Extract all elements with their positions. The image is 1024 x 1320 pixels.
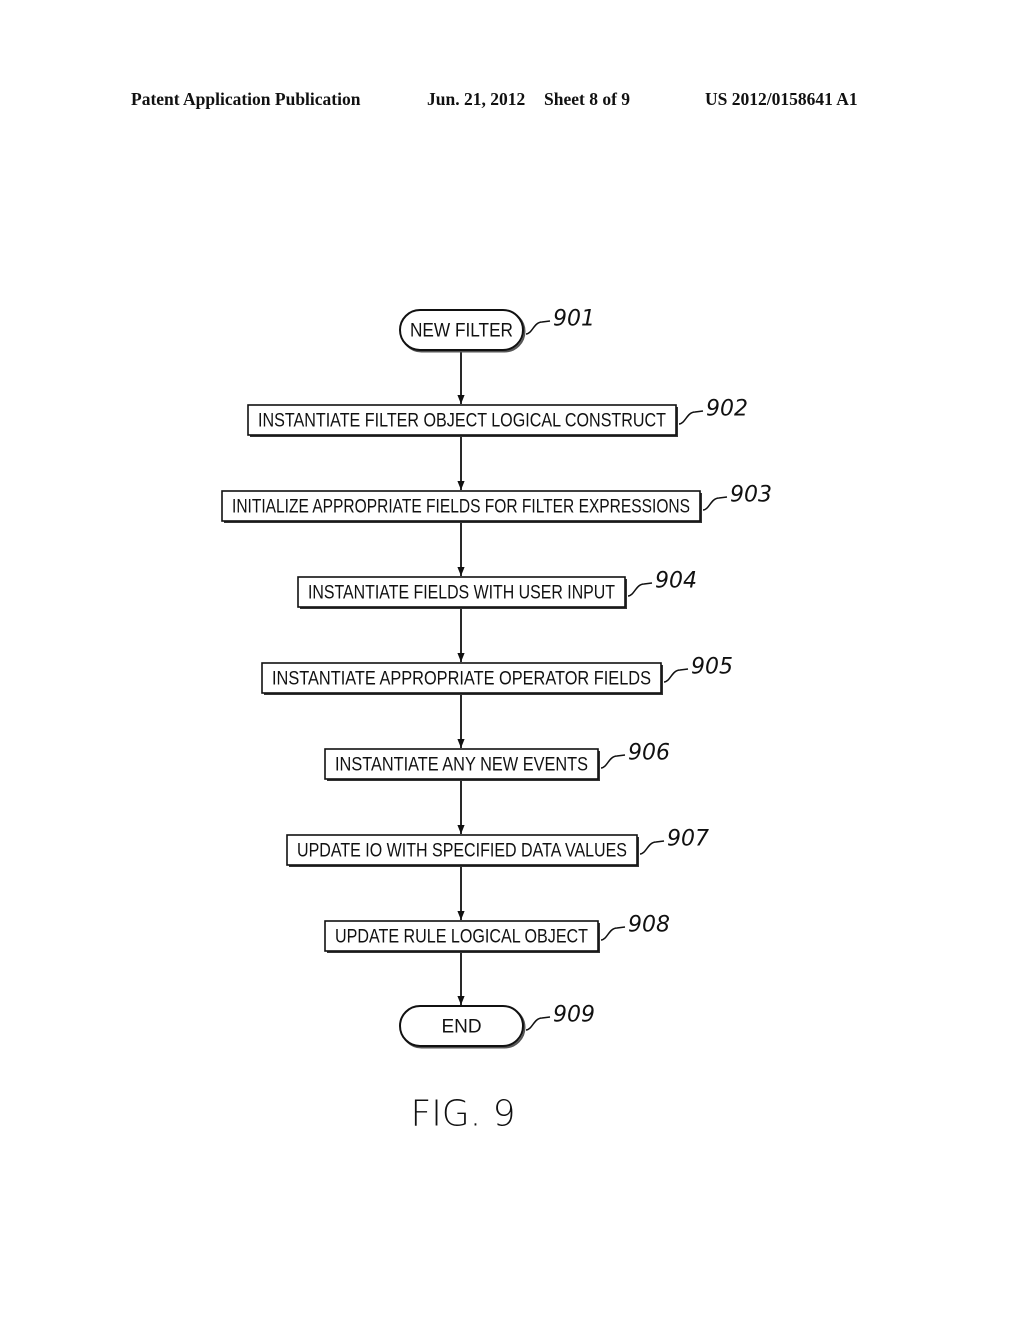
flow-node-906: INSTANTIATE ANY NEW EVENTS 906 <box>324 741 670 781</box>
leader-line <box>600 926 626 941</box>
leader-line <box>525 320 551 335</box>
leader-line <box>663 668 689 683</box>
reference-number: 908 <box>628 913 670 938</box>
leader-line <box>627 582 653 597</box>
reference-number: 906 <box>628 741 670 766</box>
flow-node-909: END 909 <box>399 1003 595 1049</box>
reference-number: 903 <box>730 483 772 508</box>
leader-line <box>678 410 704 425</box>
leader-line <box>702 496 728 511</box>
node-label: INSTANTIATE FILTER OBJECT LOGICAL CONSTR… <box>258 411 666 432</box>
leader-line <box>525 1016 551 1031</box>
figure-label: FIG. 9 <box>410 1094 515 1135</box>
flow-node-902: INSTANTIATE FILTER OBJECT LOGICAL CONSTR… <box>247 397 748 437</box>
node-label: INSTANTIATE ANY NEW EVENTS <box>335 755 588 776</box>
leader-line <box>639 840 665 855</box>
node-label: NEW FILTER <box>410 321 513 342</box>
node-label: INSTANTIATE APPROPRIATE OPERATOR FIELDS <box>272 669 651 690</box>
node-label: UPDATE RULE LOGICAL OBJECT <box>335 927 588 948</box>
reference-number: 902 <box>706 397 748 422</box>
reference-number: 909 <box>553 1003 595 1028</box>
flow-node-908: UPDATE RULE LOGICAL OBJECT 908 <box>324 913 670 953</box>
reference-number: 907 <box>667 827 709 852</box>
flow-node-904: INSTANTIATE FIELDS WITH USER INPUT 904 <box>297 569 697 609</box>
flow-node-907: UPDATE IO WITH SPECIFIED DATA VALUES 907 <box>286 827 709 867</box>
flow-node-901: NEW FILTER 901 <box>399 307 595 353</box>
flowchart: NEW FILTER 901 INSTANTIATE FILTER OBJECT L… <box>221 307 772 1135</box>
leader-line <box>600 754 626 769</box>
node-label: END <box>441 1017 481 1038</box>
reference-number: 901 <box>553 307 595 332</box>
reference-number: 905 <box>691 655 733 680</box>
flow-node-905: INSTANTIATE APPROPRIATE OPERATOR FIELDS 9… <box>261 655 733 695</box>
reference-number: 904 <box>655 569 697 594</box>
node-label: INSTANTIATE FIELDS WITH USER INPUT <box>308 583 615 604</box>
node-label: UPDATE IO WITH SPECIFIED DATA VALUES <box>297 841 627 862</box>
flow-node-903: INITIALIZE APPROPRIATE FIELDS FOR FILTER… <box>221 483 772 523</box>
node-label: INITIALIZE APPROPRIATE FIELDS FOR FILTER… <box>232 497 690 518</box>
